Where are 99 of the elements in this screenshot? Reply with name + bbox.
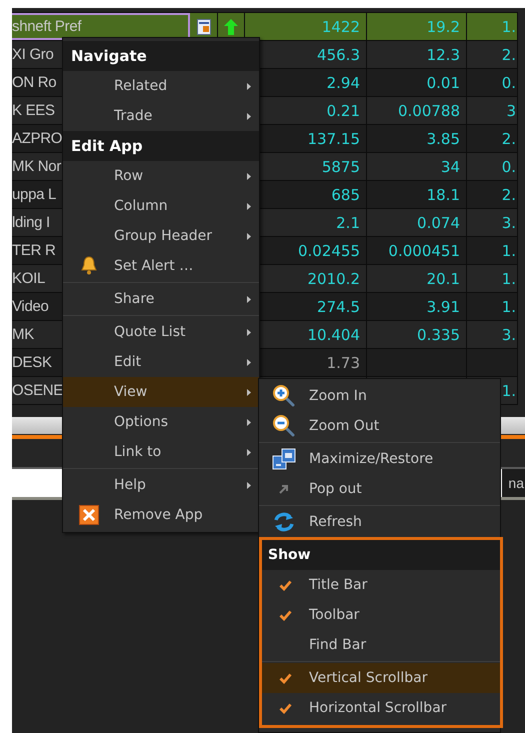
- menu-item[interactable]: Title Bar: [262, 570, 500, 600]
- arrow-icon: [279, 484, 289, 494]
- table-cell: AZPRO: [12, 130, 62, 147]
- table-cell: 1422: [322, 18, 360, 36]
- table-cell: 0.: [502, 74, 516, 92]
- table-cell: 1.: [502, 382, 516, 400]
- refresh-icon: [273, 511, 295, 533]
- table-cell: 0.01: [426, 74, 460, 92]
- menu-header: Show: [262, 540, 500, 570]
- menu-item[interactable]: Maximize/Restore: [259, 444, 500, 474]
- table-cell: 2.: [502, 46, 516, 64]
- menu-item[interactable]: Refresh: [259, 507, 500, 537]
- menu-item[interactable]: Horizontal Scrollbar: [262, 693, 500, 723]
- table-cell: 0.074: [417, 214, 460, 232]
- submenu-arrow-icon: [247, 112, 251, 120]
- table-cell: 137.15: [308, 130, 360, 148]
- table-row[interactable]: shneft Pref 1422 19.2 1.: [12, 13, 518, 41]
- table-cell: DESK: [12, 354, 52, 371]
- submenu-arrow-icon: [247, 82, 251, 90]
- menu-item[interactable]: Zoom Out: [259, 411, 500, 441]
- table-cell: 2.1: [336, 214, 360, 232]
- table-cell: 0.21: [326, 102, 360, 120]
- windows-icon: [272, 448, 296, 470]
- table-cell: 685: [331, 186, 360, 204]
- table-cell: MK: [12, 326, 34, 343]
- check-icon: [279, 702, 292, 714]
- table-cell: uppa L: [12, 186, 56, 203]
- table-cell: OSENE: [12, 382, 64, 399]
- menu-item[interactable]: Toolbar: [262, 600, 500, 630]
- table-cell: 1.: [502, 298, 516, 316]
- bell-icon: [80, 256, 98, 276]
- submenu-arrow-icon: [247, 172, 251, 180]
- menu-item[interactable]: Edit: [63, 347, 259, 377]
- table-cell: 0.00788: [398, 102, 460, 120]
- table-cell: 2.94: [326, 74, 360, 92]
- table-cell: 0.335: [417, 326, 460, 344]
- check-icon: [279, 672, 292, 684]
- submenu-arrow-icon: [247, 482, 251, 488]
- table-cell: 1.: [502, 242, 516, 260]
- table-cell: 1.: [502, 270, 516, 288]
- menu-header: Edit App: [63, 131, 259, 161]
- submenu-arrow-icon: [247, 418, 251, 426]
- table-cell: 12.3: [426, 46, 460, 64]
- submenu-arrow-icon: [247, 232, 251, 240]
- table-cell: 274.5: [317, 298, 360, 316]
- document-icon: [196, 18, 210, 34]
- table-cell: 0.000451: [388, 242, 460, 260]
- table-cell: 20.1: [426, 270, 460, 288]
- table-cell: KOIL: [12, 270, 45, 287]
- menu-item[interactable]: Pop out: [259, 474, 500, 504]
- table-cell: 3.85: [426, 130, 460, 148]
- table-cell: 456.3: [317, 46, 360, 64]
- table-cell: 1.73: [326, 354, 360, 372]
- check-icon: [279, 610, 292, 620]
- menu-item[interactable]: Link to: [63, 437, 259, 467]
- tab-label: na: [507, 475, 525, 491]
- table-cell: lding I: [12, 214, 50, 231]
- table-cell: 2010.2: [308, 270, 360, 288]
- submenu-arrow-icon: [247, 296, 251, 302]
- table-cell: XI Gro: [12, 46, 54, 63]
- table-cell: TER R: [12, 242, 56, 259]
- table-cell: 2.: [502, 130, 516, 148]
- table-cell: 18.1: [426, 186, 460, 204]
- table-cell: 2.: [502, 186, 516, 204]
- zoom-out-icon: [273, 415, 295, 437]
- table-cell: 34: [440, 158, 460, 176]
- table-cell: 5875: [322, 158, 360, 176]
- table-cell: ON Ro: [12, 74, 56, 91]
- submenu-arrow-icon: [247, 202, 251, 210]
- submenu-arrow-icon: [247, 388, 251, 396]
- table-cell: Video: [12, 298, 49, 315]
- submenu-arrow-icon: [247, 358, 251, 366]
- close-icon: [78, 505, 98, 525]
- menu-item[interactable]: Remove App: [63, 500, 259, 530]
- table-cell: 3.91: [426, 298, 460, 316]
- table-cell: 3: [506, 102, 516, 120]
- menu-header: Navigate: [63, 41, 259, 71]
- menu-item[interactable]: Share: [63, 284, 259, 314]
- menu-item[interactable]: Find Bar: [262, 630, 500, 660]
- submenu-arrow-icon: [247, 448, 251, 456]
- table-cell: 10.404: [308, 326, 360, 344]
- menu-item[interactable]: Help: [63, 470, 259, 500]
- table-cell: 19.2: [426, 18, 460, 36]
- menu-item[interactable]: Vertical Scrollbar: [262, 663, 500, 693]
- menu-item[interactable]: Zoom In: [259, 381, 500, 411]
- table-cell: shneft Pref: [12, 18, 82, 35]
- table-cell: MK Nor: [12, 158, 62, 175]
- table-cell: K EES: [12, 102, 55, 119]
- submenu-arrow-icon: [247, 328, 251, 336]
- menu-item[interactable]: View: [63, 377, 259, 407]
- table-cell: 0.: [502, 158, 516, 176]
- menu-item[interactable]: Options: [63, 407, 259, 437]
- table-cell: 3.: [502, 214, 516, 232]
- table-cell: 3.: [502, 326, 516, 344]
- table-cell: 0.02455: [298, 242, 360, 260]
- table-cell: 1.: [502, 18, 516, 36]
- zoom-in-icon: [273, 385, 295, 407]
- up-arrow-icon: [224, 18, 238, 34]
- check-icon: [279, 580, 292, 590]
